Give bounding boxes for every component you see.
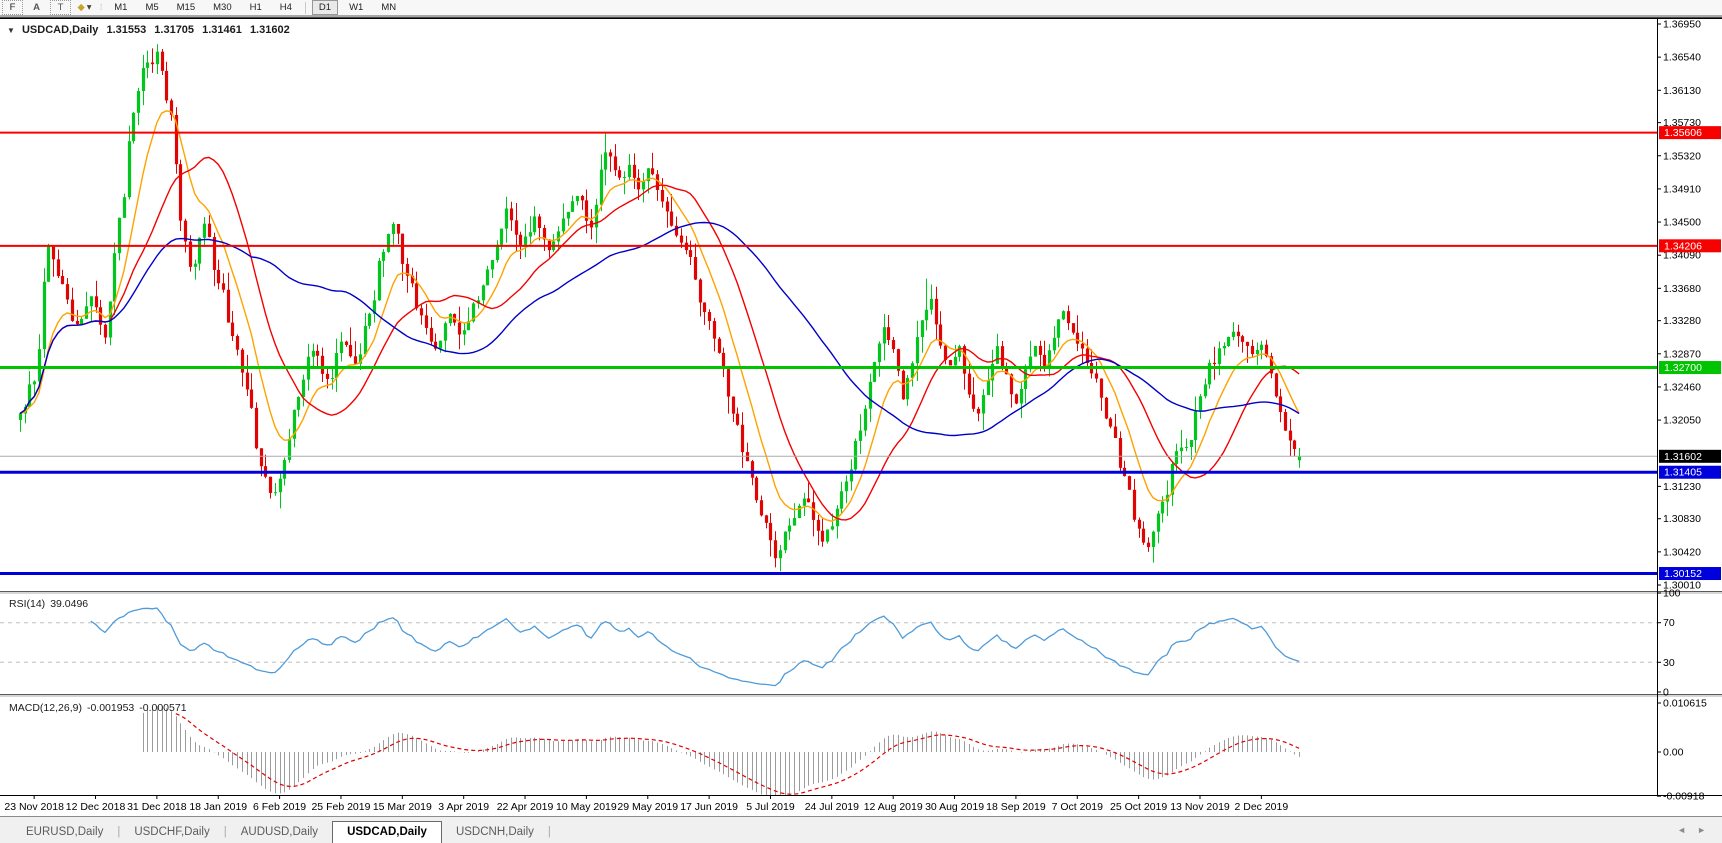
toolbar: F A T ◆ ▾ ⁞ M1 M5 M15 M30 H1 H4 D1 W1 MN — [0, 0, 1722, 15]
text-label-icon[interactable]: T — [50, 0, 71, 15]
rsi-tick: 100 — [1663, 588, 1681, 600]
date-tick: 18 Sep 2019 — [986, 801, 1046, 813]
date-tick: 18 Jan 2019 — [189, 801, 247, 813]
ohlc-high: 1.31705 — [154, 24, 195, 36]
macd-tick: -0.00918 — [1663, 791, 1705, 803]
timeframe-button-mn[interactable]: MN — [374, 0, 403, 15]
trading-terminal: F A T ◆ ▾ ⁞ M1 M5 M15 M30 H1 H4 D1 W1 MN 1.36950… — [0, 0, 1722, 843]
date-tick: 3 Apr 2019 — [438, 801, 489, 813]
macd-tick: 0.010615 — [1663, 698, 1707, 710]
level-price-label-text: 1.34206 — [1664, 240, 1702, 252]
shapes-icon[interactable]: ◆ ▾ — [75, 1, 94, 14]
tab-usdchf[interactable]: USDCHF,Daily — [120, 822, 223, 843]
tab-scroll-left-icon[interactable]: ◄ — [1677, 825, 1686, 835]
price-tick: 1.30830 — [1663, 513, 1701, 525]
date-tick: 30 Aug 2019 — [925, 801, 984, 813]
level-price-label-text: 1.32700 — [1664, 362, 1702, 374]
price-tick: 1.36130 — [1663, 85, 1701, 97]
ohlc-close: 1.31602 — [249, 24, 290, 36]
rsi-tick: 30 — [1663, 657, 1675, 669]
toolbar-grip: ⁞ — [100, 3, 102, 12]
date-tick: 13 Nov 2019 — [1170, 801, 1230, 813]
rsi-indicator-label: RSI(14) 39.0496 — [9, 598, 88, 610]
tab-eurusd[interactable]: EURUSD,Daily — [12, 822, 117, 843]
rsi-name: RSI(14) — [9, 598, 46, 610]
date-tick: 10 May 2019 — [556, 801, 617, 813]
chart-title: ▼ USDCAD,Daily 1.31553 1.31705 1.31461 1… — [7, 24, 295, 36]
macd-name: MACD(12,26,9) — [9, 702, 82, 714]
date-tick: 12 Dec 2018 — [66, 801, 126, 813]
timeframe-button-m1[interactable]: M1 — [107, 0, 134, 15]
symbol-tabbar: EURUSD,Daily | USDCHF,Daily | AUDUSD,Daily US… — [0, 816, 1722, 843]
timeframe-button-h4[interactable]: H4 — [273, 0, 299, 15]
collapse-arrow-icon[interactable]: ▼ — [7, 26, 15, 35]
date-tick: 24 Jul 2019 — [805, 801, 859, 813]
chart-window[interactable]: 1.36950 1.36540 1.36130 1.35730 1.35320 1.349… — [0, 18, 1722, 816]
timeframe-button-m15[interactable]: M15 — [170, 0, 202, 15]
ohlc-open: 1.31553 — [106, 24, 147, 36]
price-tick: 1.31230 — [1663, 481, 1701, 493]
price-tick: 1.32870 — [1663, 348, 1701, 360]
date-tick: 5 Jul 2019 — [746, 801, 795, 813]
tab-usdcad[interactable]: USDCAD,Daily — [332, 821, 442, 843]
date-tick: 2 Dec 2019 — [1235, 801, 1289, 813]
symbol-label: USDCAD,Daily — [21, 24, 99, 36]
tab-scroll-right-icon[interactable]: ► — [1697, 825, 1706, 835]
chevron-down-icon: ▾ — [86, 2, 92, 13]
price-chart[interactable]: 1.369501.365401.361301.357301.353201.349… — [0, 18, 1722, 816]
timeframe-button-h1[interactable]: H1 — [243, 0, 269, 15]
macd-tick: 0.00 — [1663, 747, 1684, 759]
date-tick: 15 Mar 2019 — [373, 801, 432, 813]
tab-audusd[interactable]: AUDUSD,Daily — [227, 822, 332, 843]
date-tick: 31 Dec 2018 — [127, 801, 187, 813]
tab-usdcnh[interactable]: USDCNH,Daily — [442, 822, 548, 843]
date-tick: 7 Oct 2019 — [1052, 801, 1104, 813]
diamond-icon: ◆ — [77, 2, 85, 13]
price-tick: 1.33280 — [1663, 315, 1701, 327]
date-tick: 25 Feb 2019 — [311, 801, 370, 813]
text-icon[interactable]: A — [27, 1, 46, 14]
price-tick: 1.36540 — [1663, 52, 1701, 64]
level-price-label-text: 1.31405 — [1664, 467, 1702, 479]
rsi-value: 39.0496 — [50, 598, 89, 610]
toolbar-separator — [304, 1, 306, 14]
timeframe-button-d1[interactable]: D1 — [311, 0, 339, 15]
rsi-tick: 70 — [1663, 617, 1675, 629]
price-tick: 1.30420 — [1663, 546, 1701, 558]
macd-value-signal: -0.000571 — [139, 702, 187, 714]
timeframe-button-w1[interactable]: W1 — [342, 0, 370, 15]
tab-separator: | — [547, 826, 551, 838]
price-tick: 1.35320 — [1663, 150, 1701, 162]
timeframe-button-m5[interactable]: M5 — [138, 0, 165, 15]
price-tick: 1.36950 — [1663, 19, 1701, 31]
level-price-label-text: 1.35606 — [1664, 127, 1702, 139]
price-tick: 1.32460 — [1663, 381, 1701, 393]
date-tick: 17 Jun 2019 — [680, 801, 738, 813]
date-tick: 6 Feb 2019 — [253, 801, 306, 813]
date-tick: 29 May 2019 — [617, 801, 678, 813]
current-price-label-text: 1.31602 — [1664, 451, 1702, 463]
date-tick: 25 Oct 2019 — [1110, 801, 1167, 813]
timeframe-group: M1 M5 M15 M30 H1 H4 D1 W1 MN — [105, 0, 405, 15]
macd-indicator-label: MACD(12,26,9) -0.001953 -0.000571 — [9, 702, 187, 714]
date-tick: 23 Nov 2018 — [4, 801, 64, 813]
price-tick: 1.34500 — [1663, 217, 1701, 229]
date-tick: 12 Aug 2019 — [864, 801, 923, 813]
ohlc-low: 1.31461 — [202, 24, 242, 36]
timeframe-button-m30[interactable]: M30 — [206, 0, 238, 15]
price-tick: 1.34910 — [1663, 183, 1701, 195]
macd-value-main: -0.001953 — [86, 702, 135, 714]
fibonacci-icon[interactable]: F — [2, 0, 23, 15]
price-tick: 1.32050 — [1663, 415, 1701, 427]
date-tick: 22 Apr 2019 — [497, 801, 554, 813]
level-price-label-text: 1.30152 — [1664, 568, 1702, 580]
price-tick: 1.33680 — [1663, 283, 1701, 295]
